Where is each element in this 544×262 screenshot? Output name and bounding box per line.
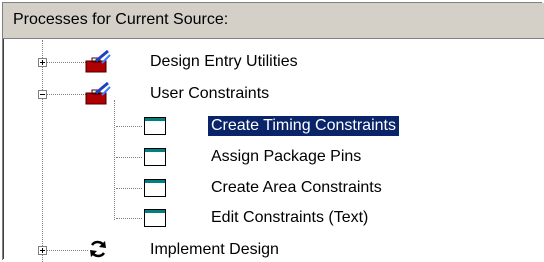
panel-title: Processes for Current Source: (13, 11, 229, 28)
tree-connector (116, 188, 142, 189)
document-icon (144, 179, 166, 197)
tree-item-label[interactable]: User Constraints (150, 84, 269, 104)
refresh-icon (90, 240, 106, 258)
tree-item-label[interactable]: Create Area Constraints (211, 178, 382, 198)
document-icon (144, 117, 166, 135)
panel-header: Processes for Current Source: (3, 3, 544, 39)
tree-item-label[interactable]: Assign Package Pins (211, 147, 361, 167)
tree-connector (44, 62, 88, 63)
document-icon (144, 209, 166, 227)
process-panel: Processes for Current Source: Design Ent… (0, 0, 544, 262)
tree-item-label[interactable]: Implement Design (150, 240, 279, 260)
tree-connector (44, 250, 88, 251)
tree-guide-root (42, 40, 43, 262)
document-icon (144, 148, 166, 166)
expand-toggle[interactable] (38, 246, 47, 255)
tree-guide-children (114, 100, 115, 220)
tree-connector (116, 126, 142, 127)
toolbox-icon (85, 49, 111, 73)
tree-item-label[interactable]: Edit Constraints (Text) (211, 208, 368, 228)
tree-connector (116, 157, 142, 158)
tree-item-selected[interactable]: Create Timing Constraints (207, 115, 400, 137)
process-tree[interactable]: Design Entry Utilities User Constraints … (4, 40, 544, 262)
toolbox-icon (85, 81, 111, 105)
tree-connector (116, 218, 142, 219)
tree-connector (44, 94, 88, 95)
expand-toggle[interactable] (38, 58, 47, 67)
tree-item-label[interactable]: Design Entry Utilities (150, 52, 298, 72)
collapse-toggle[interactable] (38, 90, 47, 99)
